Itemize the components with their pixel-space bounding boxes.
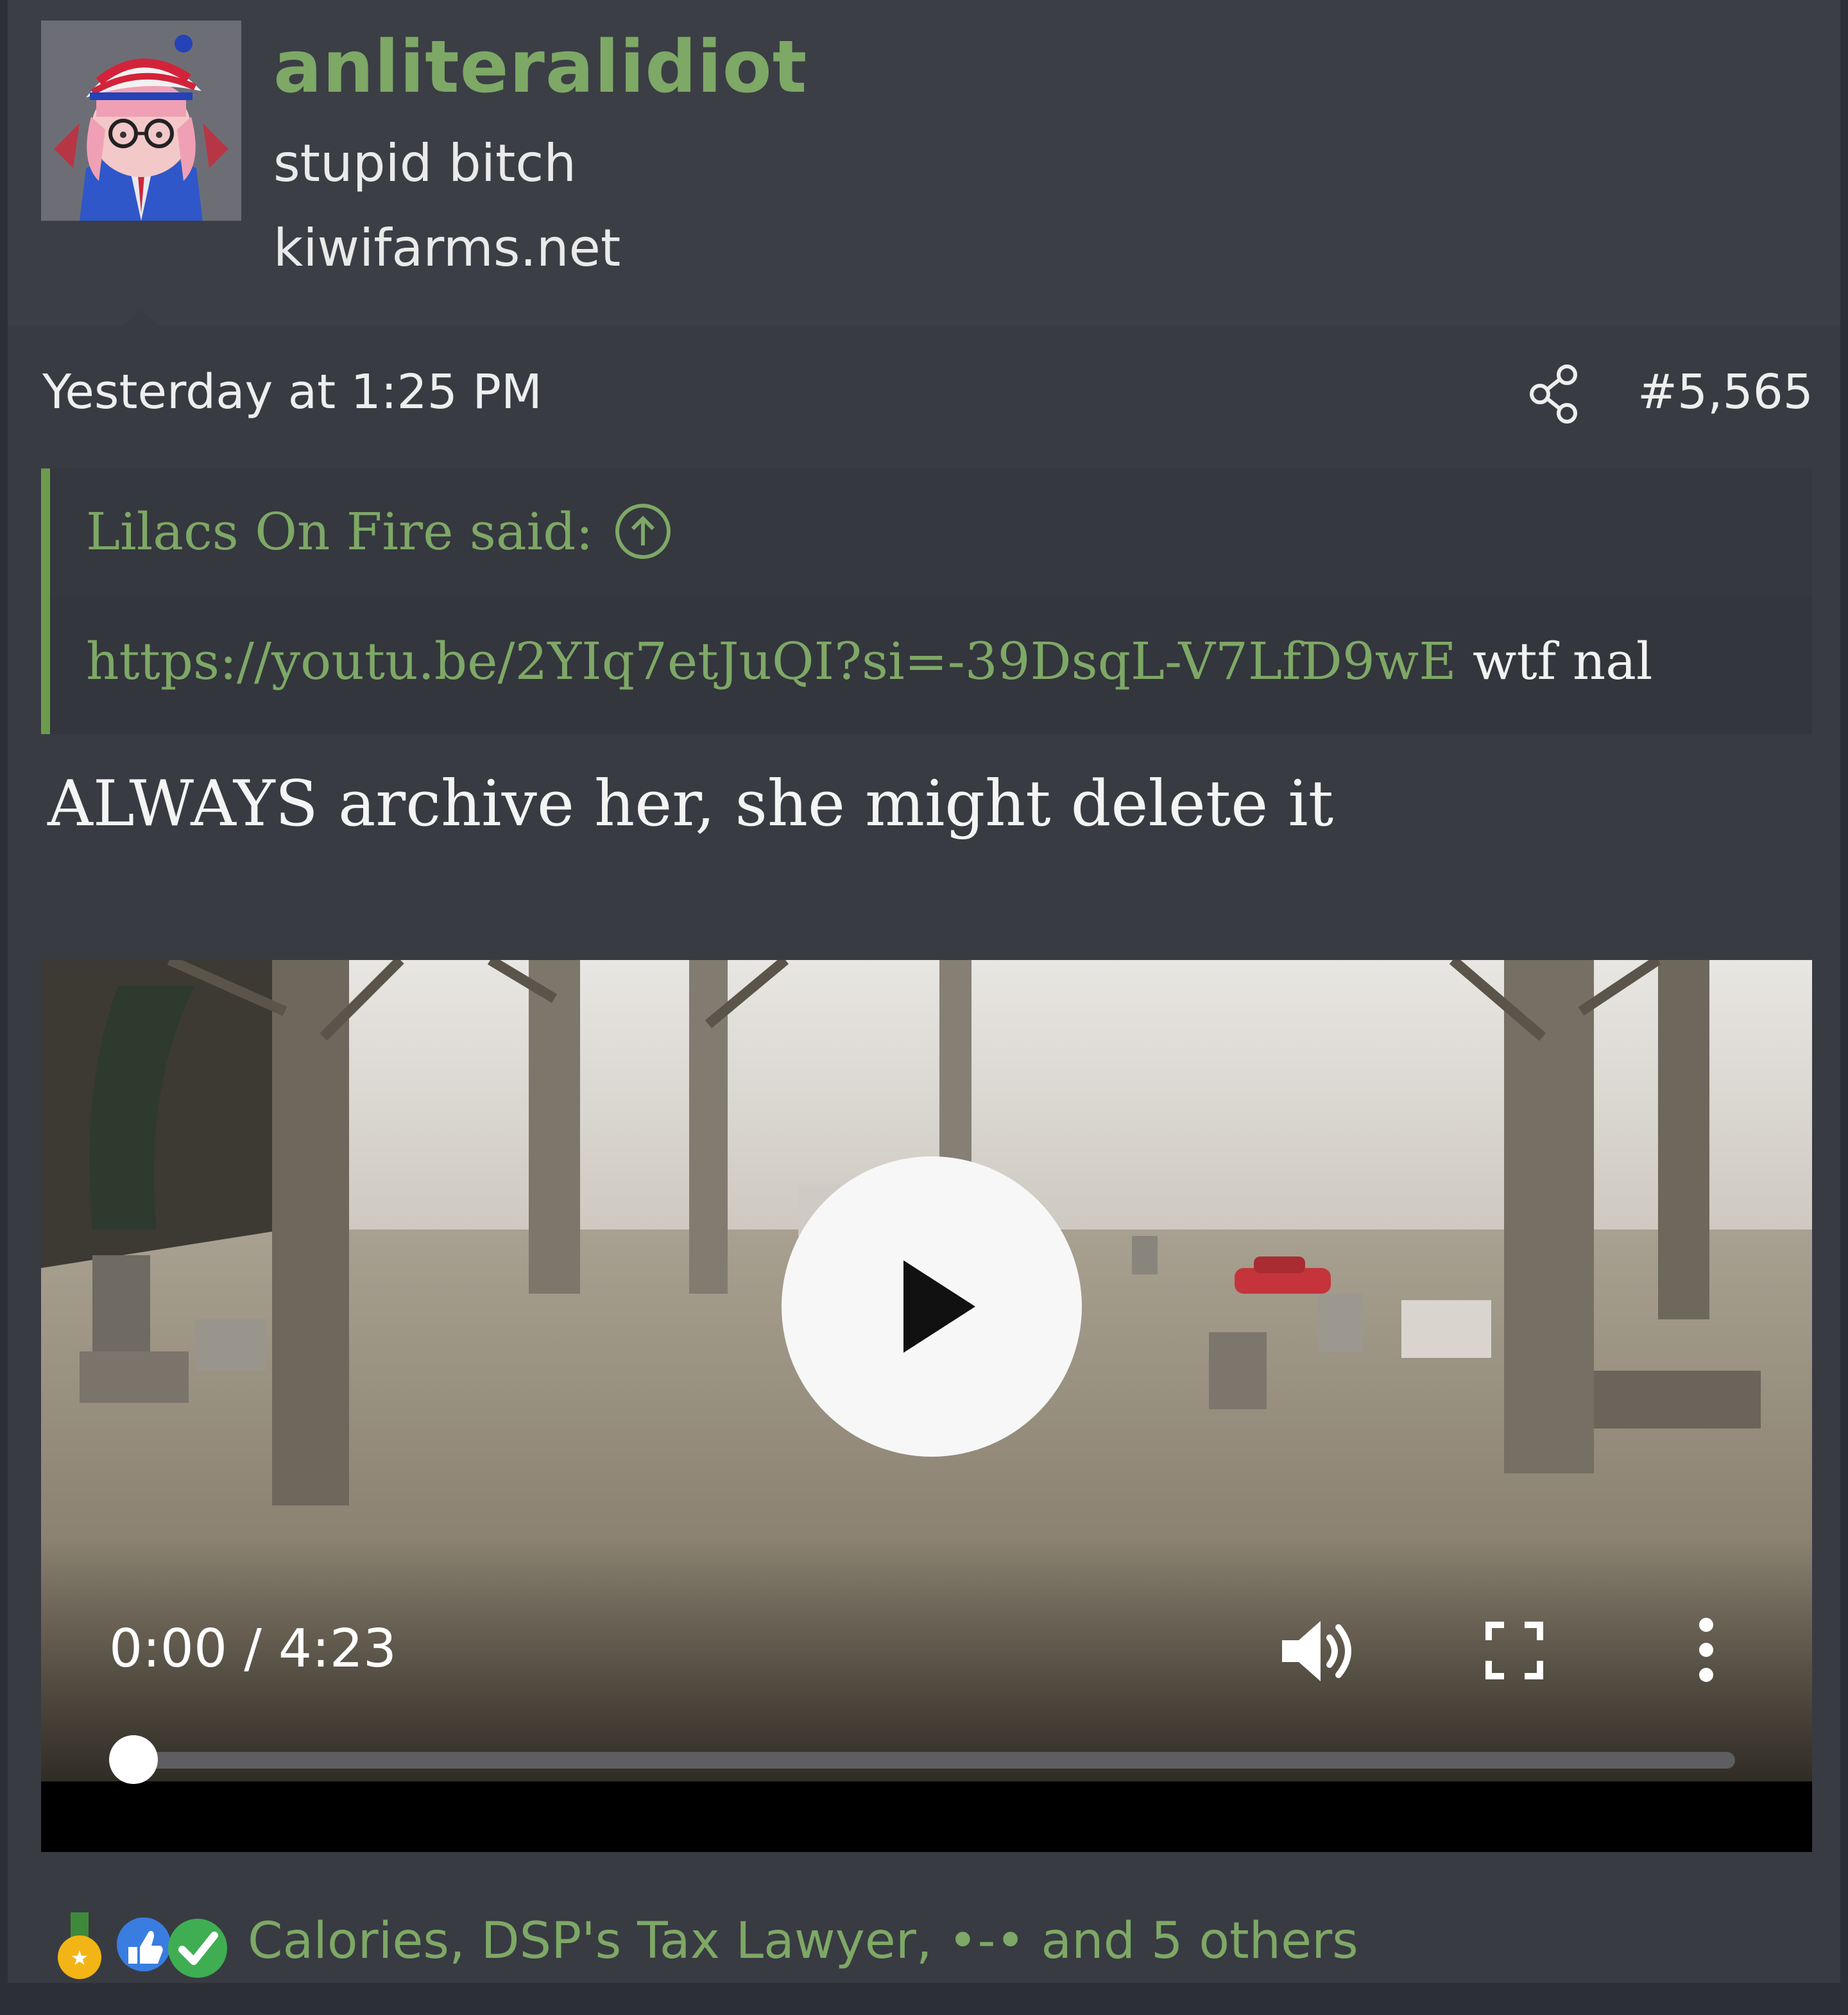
user-site: kiwifarms.net	[273, 218, 621, 278]
more-vertical-icon[interactable]	[1690, 1615, 1722, 1685]
video-time: 0:00 / 4:23	[109, 1618, 397, 1679]
play-button[interactable]	[782, 1156, 1082, 1457]
check-icon	[168, 1919, 227, 1978]
quote-block: Lilacs On Fire said: https://youtu.be/2Y…	[41, 468, 1812, 734]
medal-icon: ★	[58, 1912, 101, 1979]
post-body: ALWAYS archive her, she might delete it	[47, 767, 1334, 841]
svg-text:★: ★	[71, 1946, 89, 1970]
post-date[interactable]: Yesterday at 1:25 PM	[42, 364, 542, 420]
quote-author[interactable]: Lilacs On Fire said:	[86, 502, 593, 562]
progress-thumb[interactable]	[109, 1735, 158, 1784]
avatar-image	[41, 21, 241, 221]
reaction-icons[interactable]: ★	[53, 1911, 239, 1988]
quote-body: https://youtu.be/2YIq7etJuQI?si=-39DsqL-…	[86, 631, 1653, 691]
username[interactable]: anliteralidiot	[273, 26, 807, 109]
quote-text: wtf nal	[1456, 631, 1653, 691]
quote-link[interactable]: https://youtu.be/2YIq7etJuQI?si=-39DsqL-…	[86, 631, 1457, 691]
fullscreen-icon[interactable]	[1484, 1620, 1545, 1681]
play-icon	[903, 1260, 975, 1353]
thumbs-up-icon	[117, 1917, 171, 1971]
volume-icon[interactable]	[1278, 1616, 1362, 1686]
arrow-up-circle-icon[interactable]	[612, 501, 674, 562]
share-icon[interactable]	[1527, 363, 1582, 425]
post-number[interactable]: #5,565	[1638, 364, 1813, 420]
avatar[interactable]	[41, 21, 241, 221]
reactions-text[interactable]: Calories, DSP's Tax Lawyer, •-• and 5 ot…	[248, 1912, 1358, 1970]
video-player[interactable]: 0:00 / 4:23	[41, 960, 1812, 1852]
progress-track[interactable]	[137, 1752, 1735, 1769]
user-header: anliteralidiot stupid bitch kiwifarms.ne…	[8, 0, 1840, 326]
header-notch	[123, 309, 159, 326]
user-title: stupid bitch	[273, 133, 577, 193]
post-card: anliteralidiot stupid bitch kiwifarms.ne…	[8, 0, 1840, 1983]
